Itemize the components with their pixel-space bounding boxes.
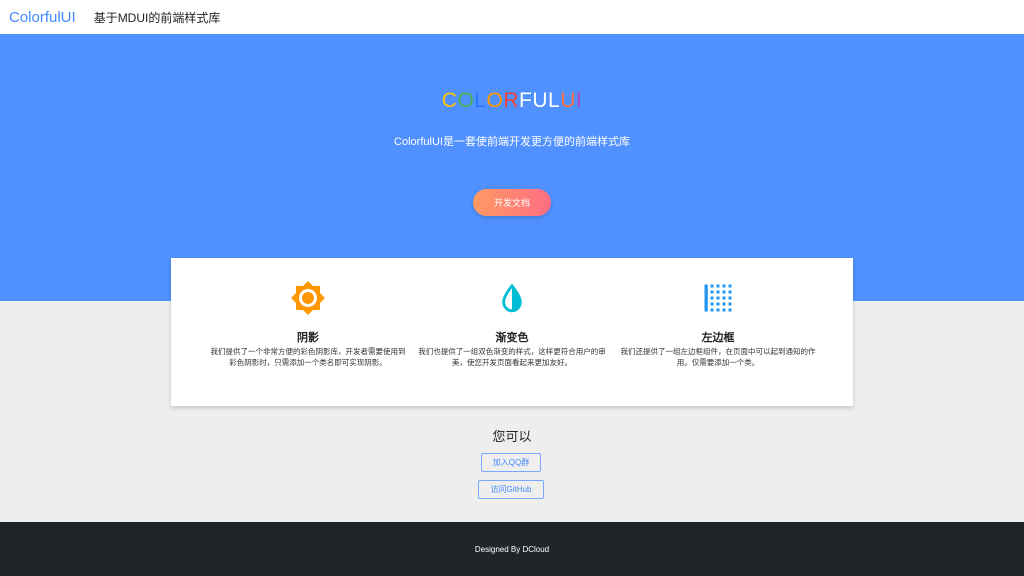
- footer-text: Designed By DCloud: [474, 544, 550, 554]
- hero-subtitle: ColorfulUI是一套使前端开发更方便的前端样式库: [394, 136, 630, 148]
- feature-desc: 我们提供了一个非常方便的彩色阴影库，开发者需要使用到彩色阴影时，只需添加一个类名…: [210, 347, 406, 367]
- feature-title: 阴影: [297, 332, 319, 344]
- cando-title: 您可以: [492, 429, 532, 444]
- feature-title: 左边框: [701, 332, 735, 344]
- brand-link[interactable]: ColorfulUI: [9, 9, 76, 26]
- join-qq-button[interactable]: 加入QQ群: [481, 453, 541, 472]
- footer: Designed By DCloud: [0, 522, 1024, 576]
- brightness-icon: [291, 281, 325, 315]
- hero-title: COLORFULUI: [0, 89, 1024, 113]
- hero-title-letter: F: [519, 89, 533, 112]
- hero-title-letter: R: [503, 89, 519, 112]
- hero-title-letter: L: [474, 89, 487, 112]
- feature-desc: 我们也提供了一组双色渐变的样式，这样更符合用户的审美，使您开发页面看起来更加友好…: [418, 347, 606, 367]
- hero-title-letter: L: [548, 89, 561, 112]
- tonality-drop-icon: [502, 283, 522, 313]
- hero-title-letter: U: [532, 89, 548, 112]
- hero-title-letter: C: [441, 89, 458, 112]
- navbar-subtitle: 基于MDUI的前端样式库: [93, 10, 221, 25]
- hero-title-letter: O: [486, 89, 504, 112]
- navbar: ColorfulUI 基于MDUI的前端样式库: [0, 0, 1024, 34]
- features-card: 阴影 我们提供了一个非常方便的彩色阴影库，开发者需要使用到彩色阴影时，只需添加一…: [171, 258, 853, 406]
- border-left-icon: [704, 284, 732, 312]
- docs-button[interactable]: 开发文档: [473, 189, 551, 216]
- hero-title-letter: I: [575, 89, 583, 112]
- hero-title-letter: U: [560, 89, 576, 112]
- github-button[interactable]: 访问GitHub: [478, 480, 544, 499]
- feature-title: 渐变色: [495, 332, 529, 344]
- hero-title-letter: O: [457, 89, 475, 112]
- feature-desc: 我们还提供了一组左边框组件，在页面中可以起到通知的作用。仅需要添加一个类。: [620, 347, 816, 367]
